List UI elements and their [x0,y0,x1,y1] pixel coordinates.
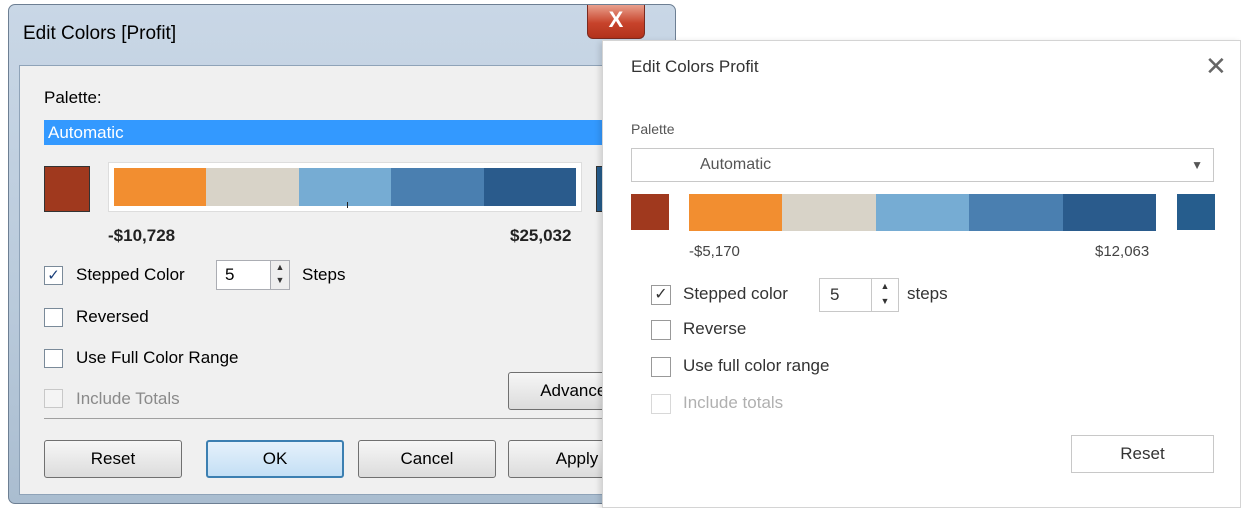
ramp-step [298,168,392,206]
stepped-color-label: Stepped Color [76,265,185,284]
center-tick [347,202,348,208]
chevron-down-icon[interactable]: ▼ [1191,149,1203,181]
steps-label: Steps [302,265,346,284]
full-color-range-label: Use Full Color Range [76,348,239,367]
include-totals-label: Include totals [683,393,784,412]
ramp-step [782,194,876,231]
include-totals-checkbox [44,389,63,408]
color-ramp[interactable] [689,194,1157,231]
ok-button[interactable]: OK [206,440,344,478]
palette-label: Palette: [44,88,102,107]
steps-input[interactable]: 5 ▲ ▼ [216,260,290,290]
include-totals-label: Include Totals [76,389,180,408]
divider [44,418,684,419]
steps-value: 5 [225,265,235,284]
stepped-color-checkbox[interactable]: ✓ [651,285,671,305]
end-color-swatch[interactable] [1177,194,1215,230]
stepped-color-checkbox[interactable]: ✓ [44,266,63,285]
palette-label: Palette [631,121,675,137]
color-ramp[interactable] [108,162,582,212]
min-value: -$5,170 [689,243,740,260]
reverse-label: Reverse [683,319,747,338]
steps-spinner[interactable]: ▲ ▼ [871,279,898,311]
steps-spinner[interactable]: ▲ ▼ [270,261,289,289]
max-value: $25,032 [510,226,572,245]
new-edit-colors-dialog: Edit Colors Profit ✕ Palette Automatic ▼… [602,40,1241,508]
max-value: $12,063 [1095,243,1150,260]
reset-button[interactable]: Reset [44,440,182,478]
palette-dropdown[interactable]: Automatic ▼ [631,148,1214,182]
steps-input[interactable]: 5 ▲ ▼ [819,278,899,312]
close-icon[interactable]: X [587,5,645,39]
old-dialog-title: Edit Colors [Profit] [23,23,177,44]
full-color-range-label: Use full color range [683,356,830,375]
ramp-step [689,194,783,231]
min-value: -$10,728 [108,226,176,245]
ramp-step [114,168,207,206]
steps-label: steps [907,284,948,303]
new-dialog-title: Edit Colors Profit [631,57,759,76]
reversed-label: Reversed [76,307,149,326]
ramp-step [483,168,577,206]
reverse-checkbox[interactable] [651,320,671,340]
palette-dropdown[interactable]: Automatic [44,120,684,145]
ramp-step [206,168,299,206]
full-color-range-checkbox[interactable] [44,349,63,368]
cancel-button[interactable]: Cancel [358,440,496,478]
close-icon[interactable]: ✕ [1205,53,1227,79]
reversed-checkbox[interactable] [44,308,63,327]
steps-value: 5 [830,285,840,304]
ramp-step [391,168,484,206]
ramp-step [875,194,970,231]
start-color-swatch[interactable] [44,166,90,212]
old-edit-colors-dialog: Edit Colors [Profit] X Palette: Automati… [8,4,684,504]
reset-button[interactable]: Reset [1071,435,1214,473]
ramp-step [969,194,1063,231]
stepped-color-label: Stepped color [683,284,788,303]
include-totals-checkbox [651,394,671,414]
old-dialog-body: Palette: Automatic -$10,728 $25,032 ✓ St… [19,65,684,495]
palette-value: Automatic [700,156,772,173]
start-color-swatch[interactable] [631,194,669,230]
full-color-range-checkbox[interactable] [651,357,671,377]
ramp-step [1062,194,1157,231]
